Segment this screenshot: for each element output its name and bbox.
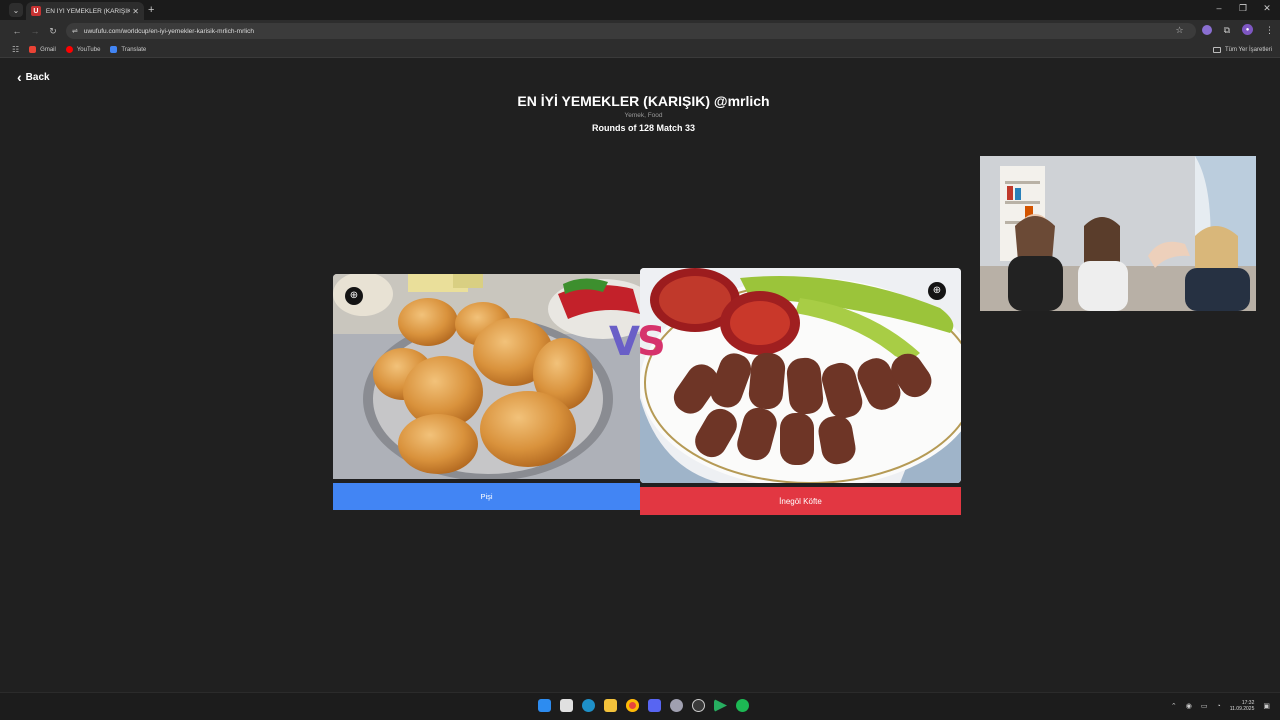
profile-avatar[interactable]: ● [1242,24,1253,35]
new-tab-icon[interactable]: + [148,4,154,16]
all-bookmarks[interactable]: Tüm Yer İşaretleri [1212,46,1272,53]
webcam-overlay [980,156,1256,311]
taskbar-apps [538,699,749,712]
notification-icon[interactable]: ▣ [1263,702,1270,710]
bookmark-gmail[interactable]: Gmail [29,46,56,53]
zoom-in-icon: ⊕ [349,290,359,301]
category-tags: Yemek, Food [624,112,663,119]
bookmarks-bar: ☷ Gmail YouTube Translate Tüm Yer İşaret… [0,42,1280,58]
fried-dough-illustration [333,274,640,479]
webcam-feed-illustration [980,156,1256,311]
site-favicon-icon: U [31,6,41,16]
left-choice-label[interactable]: Pişi [333,483,640,510]
windows-start-icon[interactable] [538,699,551,712]
bookmark-star-icon[interactable]: ☆ [1175,25,1183,35]
window-close-icon[interactable]: ✕ [1262,3,1272,14]
back-arrow-icon[interactable]: ← [8,26,26,36]
address-bar[interactable]: ⇌ uwufufu.com/worldcup/en-iyi-yemekler-k… [66,23,1196,39]
toolbar-actions: ☆ ⧉ ● ⋮ [1175,24,1274,35]
system-tray: ⌃ ◉ ▭ ◔ 17:32 11.09.2025 ▣ [1171,700,1270,712]
tab-title: EN İYİ YEMEKLER (KARIŞIK) @mrl [45,7,131,15]
clock[interactable]: 17:32 11.09.2025 [1230,700,1255,712]
reload-icon[interactable]: ↻ [44,26,62,37]
display-icon[interactable]: ▭ [1201,702,1208,710]
tray-chevron-up-icon[interactable]: ⌃ [1171,702,1177,710]
right-choice-image[interactable]: ⊕ [640,268,961,483]
youtube-icon [65,46,73,53]
vs-label: VS [609,319,666,365]
round-status: Rounds of 128 Match 33 [591,123,696,133]
page-content: ‹ Back EN İYİ YEMEKLER (KARIŞIK) @mrlich… [7,59,1280,691]
extension-icon[interactable] [1201,24,1212,35]
file-explorer-icon[interactable] [604,699,617,712]
os-taskbar: ⌃ ◉ ▭ ◔ 17:32 11.09.2025 ▣ [0,692,1280,720]
minimize-icon[interactable]: – [1214,3,1224,14]
tab-search-icon[interactable]: ⌄ [9,3,23,17]
site-info-icon[interactable]: ⇌ [72,27,78,35]
back-button[interactable]: ‹ Back [17,70,50,84]
left-choice-image[interactable]: ⊕ [333,274,640,479]
forward-arrow-icon[interactable]: → [26,26,44,36]
tab-close-icon[interactable]: ✕ [132,7,139,16]
folder-icon [1212,46,1221,53]
discord-icon[interactable] [648,699,661,712]
microphone-icon[interactable]: ◉ [1186,702,1192,710]
right-choice-label[interactable]: İnegöl Köfte [640,487,961,515]
restore-icon[interactable]: ❐ [1238,3,1248,14]
gmail-icon [29,46,37,53]
task-view-icon[interactable] [560,699,573,712]
bookmark-youtube[interactable]: YouTube [65,46,100,53]
url-text: uwufufu.com/worldcup/en-iyi-yemekler-kar… [83,27,254,35]
translate-icon [110,46,118,53]
chrome-menu-icon[interactable]: ⋮ [1265,25,1274,35]
spotify-icon[interactable] [736,699,749,712]
app-icon[interactable] [670,699,683,712]
edge-icon[interactable] [582,699,595,712]
volume-icon[interactable]: ◔ [1216,703,1220,710]
apps-grid-icon[interactable]: ☷ [12,45,19,54]
browser-tab-strip: ⌄ U EN İYİ YEMEKLER (KARIŞIK) @mrl ✕ + –… [0,0,1280,20]
play-icon[interactable] [714,699,727,712]
meatballs-illustration [640,268,961,483]
browser-toolbar: ← → ↻ ⇌ uwufufu.com/worldcup/en-iyi-yeme… [0,20,1280,42]
page-title: EN İYİ YEMEKLER (KARIŞIK) @mrlich [517,93,770,109]
screen: ⌄ U EN İYİ YEMEKLER (KARIŞIK) @mrl ✕ + –… [0,0,1280,720]
right-zoom-button[interactable]: ⊕ [928,282,946,300]
chevron-left-icon: ‹ [17,69,22,85]
bookmark-translate[interactable]: Translate [110,46,146,53]
left-zoom-button[interactable]: ⊕ [345,287,363,305]
extensions-puzzle-icon[interactable]: ⧉ [1224,25,1230,35]
obs-icon[interactable] [692,699,705,712]
chrome-icon[interactable] [626,699,639,712]
window-controls: – ❐ ✕ [1214,3,1272,14]
browser-tab-active[interactable]: U EN İYİ YEMEKLER (KARIŞIK) @mrl ✕ [26,2,144,20]
zoom-in-icon: ⊕ [932,285,942,296]
